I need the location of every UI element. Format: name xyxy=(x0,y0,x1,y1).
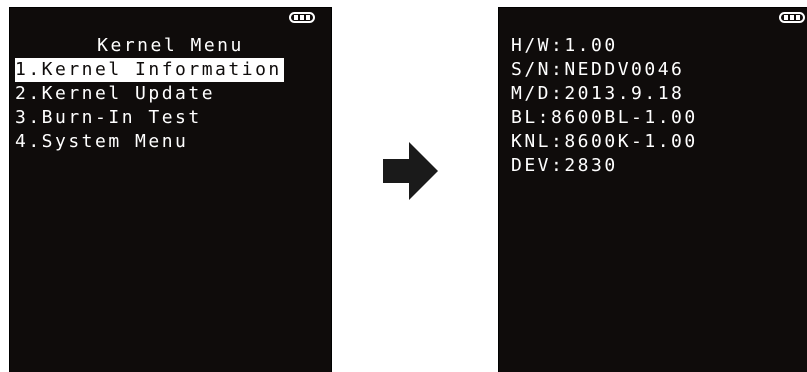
kernel-information-screen: H/W:1.00 S/N:NEDDV0046 M/D:2013.9.18 BL:… xyxy=(499,8,807,372)
battery-icon xyxy=(289,12,315,23)
info-hardware-version: H/W:1.00 xyxy=(511,35,618,56)
info-device-id: DEV:2830 xyxy=(511,155,618,176)
info-bootloader-version: BL:8600BL-1.00 xyxy=(511,107,698,128)
battery-icon xyxy=(779,12,805,23)
menu-item-kernel-information[interactable]: 1.Kernel Information xyxy=(15,58,284,82)
menu-item-burn-in-test[interactable]: 3.Burn-In Test xyxy=(15,106,202,130)
info-manufacture-date: M/D:2013.9.18 xyxy=(511,83,685,104)
menu-title: Kernel Menu xyxy=(97,35,244,56)
menu-item-system-menu[interactable]: 4.System Menu xyxy=(15,130,188,154)
kernel-menu-screen: Kernel Menu 1.Kernel Information 2.Kerne… xyxy=(10,8,331,372)
menu-item-kernel-update[interactable]: 2.Kernel Update xyxy=(15,82,215,106)
info-kernel-version: KNL:8600K-1.00 xyxy=(511,131,698,152)
info-serial-number: S/N:NEDDV0046 xyxy=(511,59,685,80)
right-arrow-icon xyxy=(383,142,438,200)
